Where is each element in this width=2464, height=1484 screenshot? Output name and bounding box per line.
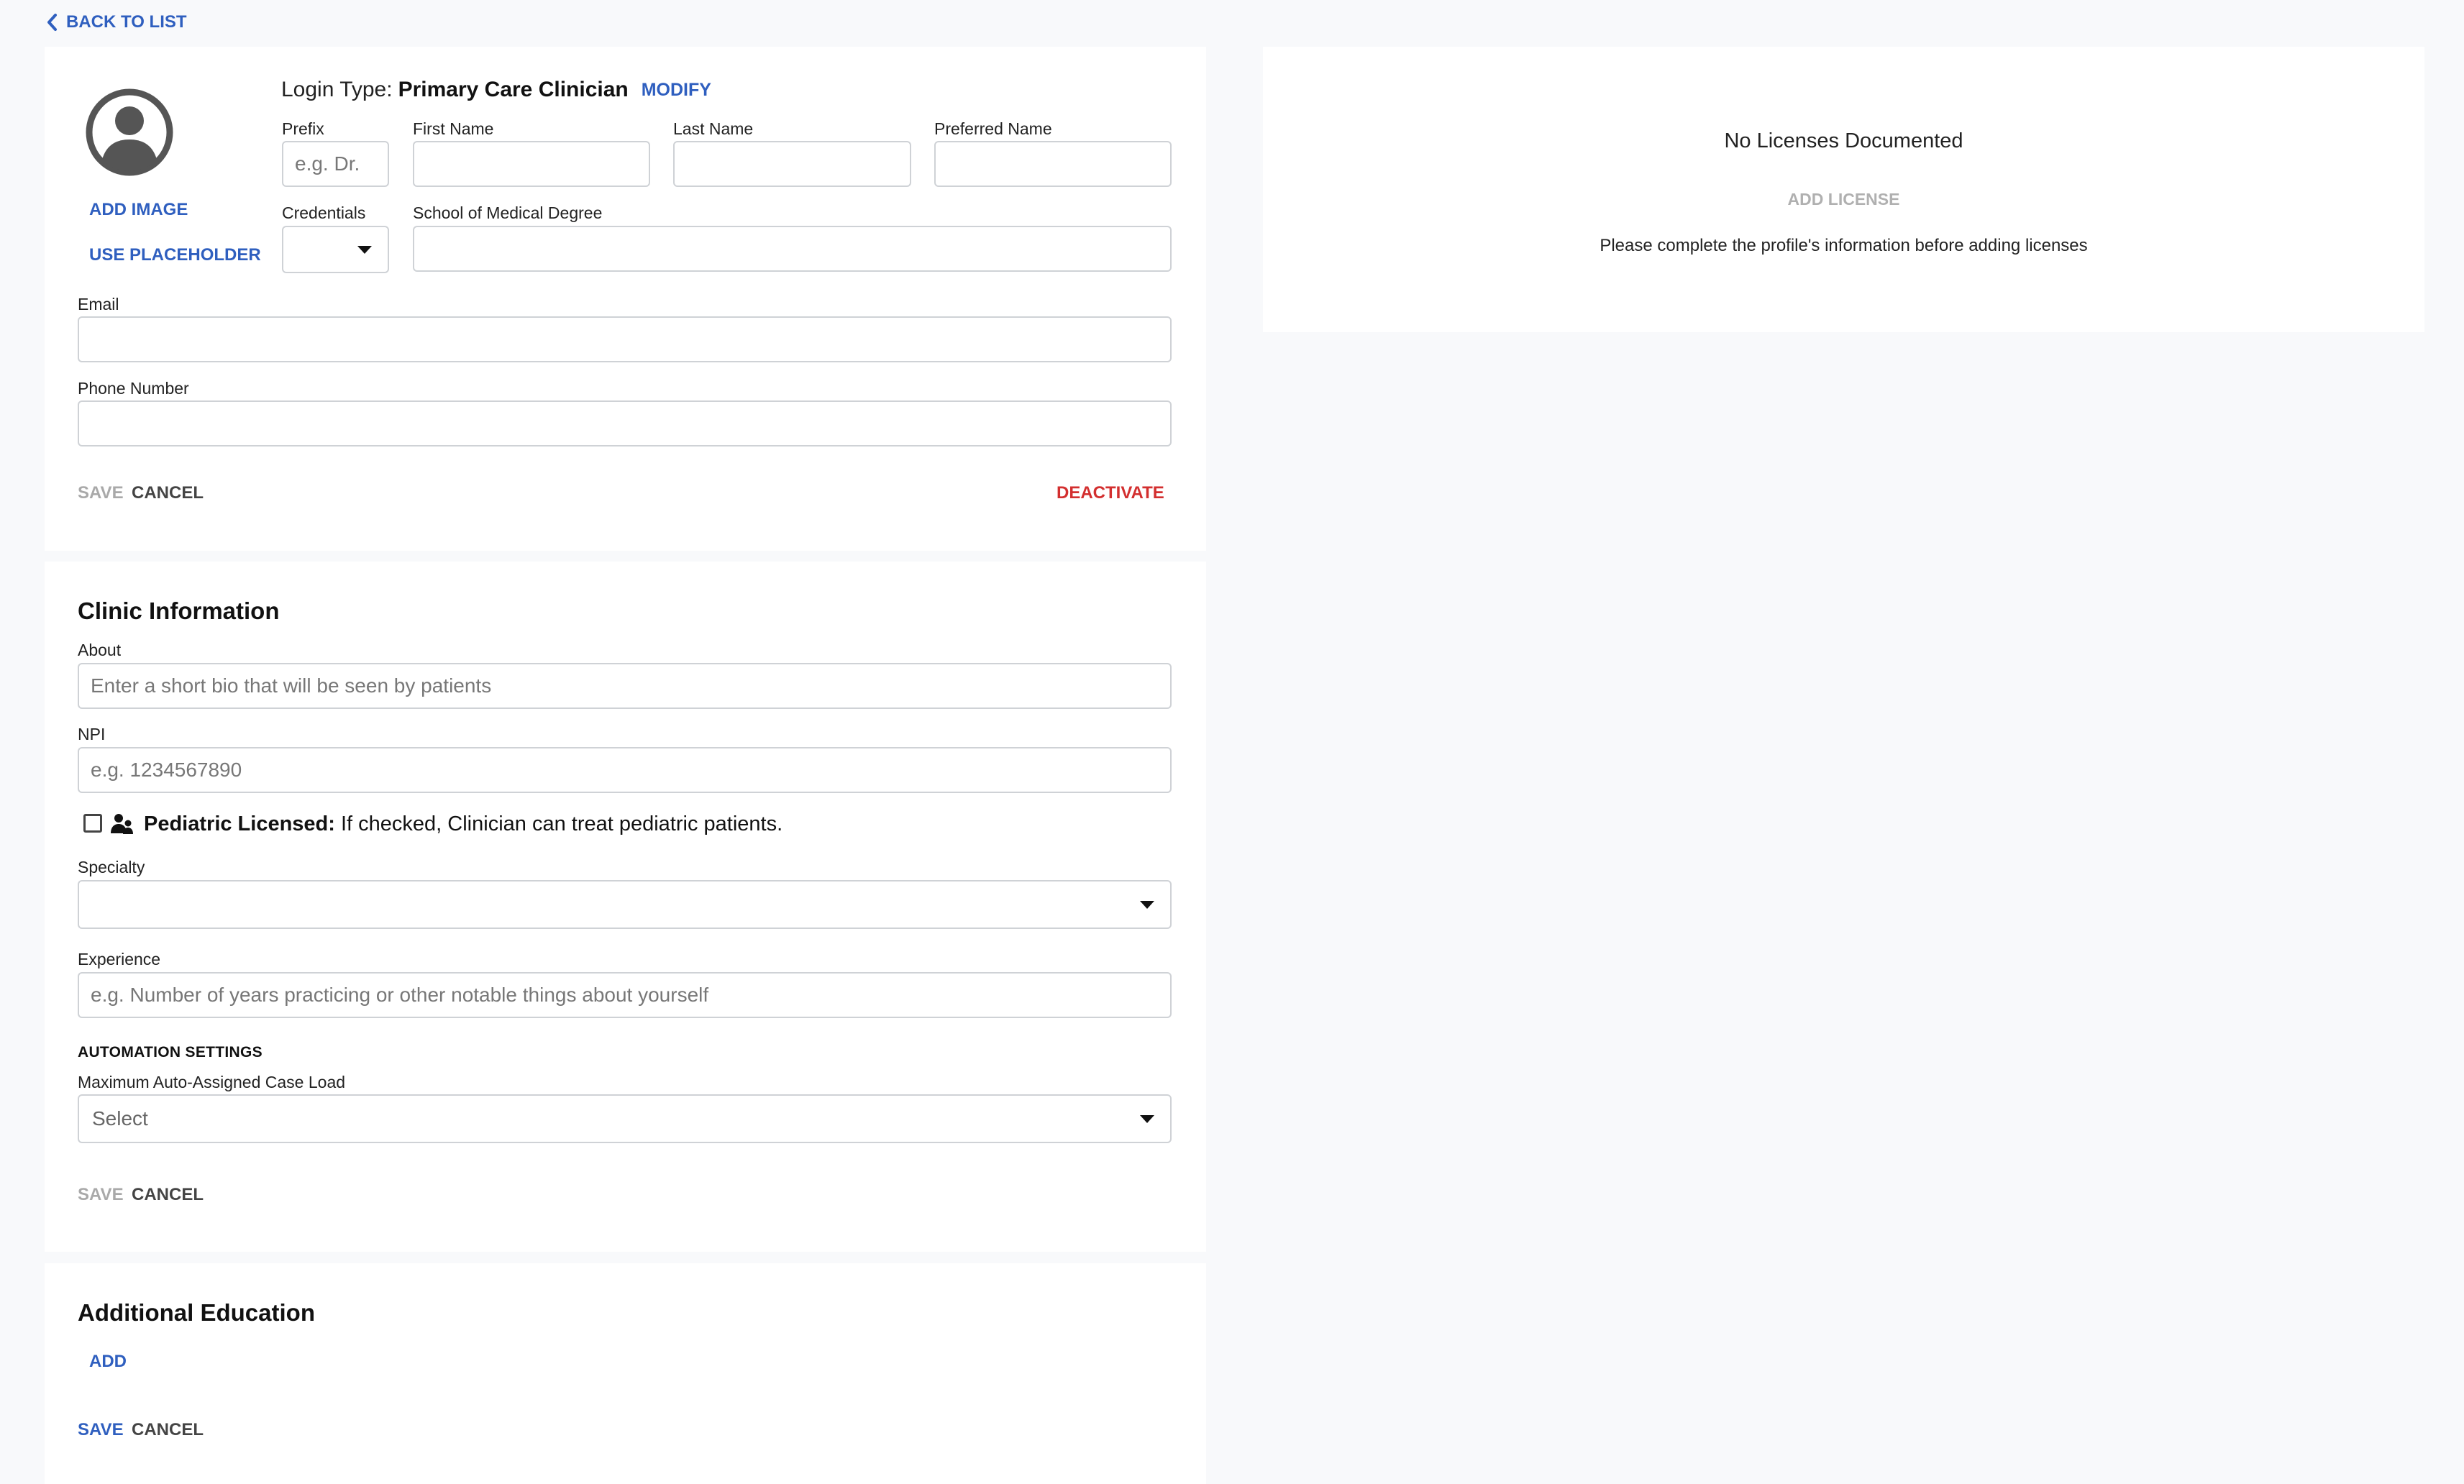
back-to-list-label: BACK TO LIST: [66, 12, 187, 32]
preferred-name-input[interactable]: [934, 141, 1172, 187]
phone-input[interactable]: [78, 400, 1172, 446]
licenses-note: Please complete the profile's informatio…: [1600, 236, 2088, 255]
login-type-value: Primary Care Clinician: [398, 78, 629, 101]
education-section-title: Additional Education: [78, 1299, 315, 1326]
npi-label: NPI: [78, 725, 106, 743]
profile-cancel-button[interactable]: CANCEL: [132, 483, 204, 503]
email-label: Email: [78, 295, 119, 313]
add-image-button[interactable]: ADD IMAGE: [89, 200, 188, 220]
education-save-button[interactable]: SAVE: [78, 1420, 124, 1440]
caret-down-icon: [1140, 901, 1154, 909]
last-name-label: Last Name: [673, 119, 754, 138]
back-to-list-link[interactable]: BACK TO LIST: [45, 10, 187, 35]
phone-label: Phone Number: [78, 379, 189, 398]
experience-label: Experience: [78, 950, 161, 968]
caret-down-icon: [357, 246, 372, 254]
add-license-button[interactable]: ADD LICENSE: [1263, 190, 2424, 209]
caret-down-icon: [1140, 1115, 1154, 1123]
clinic-section-title: Clinic Information: [78, 597, 280, 624]
credentials-select[interactable]: [282, 226, 389, 273]
pediatric-description: Pediatric Licensed: If checked, Clinicia…: [144, 812, 782, 836]
prefix-input[interactable]: [282, 141, 389, 187]
school-label: School of Medical Degree: [413, 203, 603, 222]
prefix-label: Prefix: [282, 119, 324, 138]
about-label: About: [78, 641, 122, 659]
pediatric-checkbox[interactable]: [83, 814, 102, 833]
email-input[interactable]: [78, 316, 1172, 362]
modify-login-type-button[interactable]: MODIFY: [642, 80, 711, 101]
case-load-value: Select: [92, 1107, 148, 1130]
first-name-label: First Name: [413, 119, 494, 138]
user-avatar-icon: [86, 88, 173, 176]
pediatric-label: Pediatric Licensed:: [144, 812, 335, 835]
no-licenses-message: No Licenses Documented: [1724, 129, 1963, 152]
use-placeholder-button[interactable]: USE PLACEHOLDER: [89, 245, 261, 265]
add-education-button[interactable]: ADD: [89, 1352, 127, 1372]
login-type-label: Login Type:: [281, 78, 393, 101]
credentials-label: Credentials: [282, 203, 366, 222]
pediatric-icon: [111, 814, 133, 834]
automation-settings-heading: AUTOMATION SETTINGS: [78, 1044, 263, 1061]
last-name-input[interactable]: [673, 141, 911, 187]
profile-save-button[interactable]: SAVE: [78, 483, 124, 503]
first-name-input[interactable]: [413, 141, 650, 187]
clinic-save-button[interactable]: SAVE: [78, 1185, 124, 1205]
preferred-name-label: Preferred Name: [934, 119, 1052, 138]
case-load-select[interactable]: Select: [78, 1094, 1172, 1143]
deactivate-button[interactable]: DEACTIVATE: [1057, 483, 1164, 503]
education-cancel-button[interactable]: CANCEL: [132, 1420, 204, 1440]
case-load-label: Maximum Auto-Assigned Case Load: [78, 1073, 346, 1091]
education-card: [45, 1263, 1206, 1484]
specialty-select[interactable]: [78, 880, 1172, 929]
school-input[interactable]: [413, 226, 1172, 272]
clinic-cancel-button[interactable]: CANCEL: [132, 1185, 204, 1205]
login-type: Login Type: Primary Care Clinician MODIF…: [281, 78, 711, 102]
chevron-left-icon: [47, 14, 57, 31]
npi-input[interactable]: [78, 747, 1172, 793]
specialty-label: Specialty: [78, 858, 145, 876]
pediatric-help-text: If checked, Clinician can treat pediatri…: [341, 812, 783, 835]
about-input[interactable]: [78, 663, 1172, 709]
experience-input[interactable]: [78, 972, 1172, 1018]
